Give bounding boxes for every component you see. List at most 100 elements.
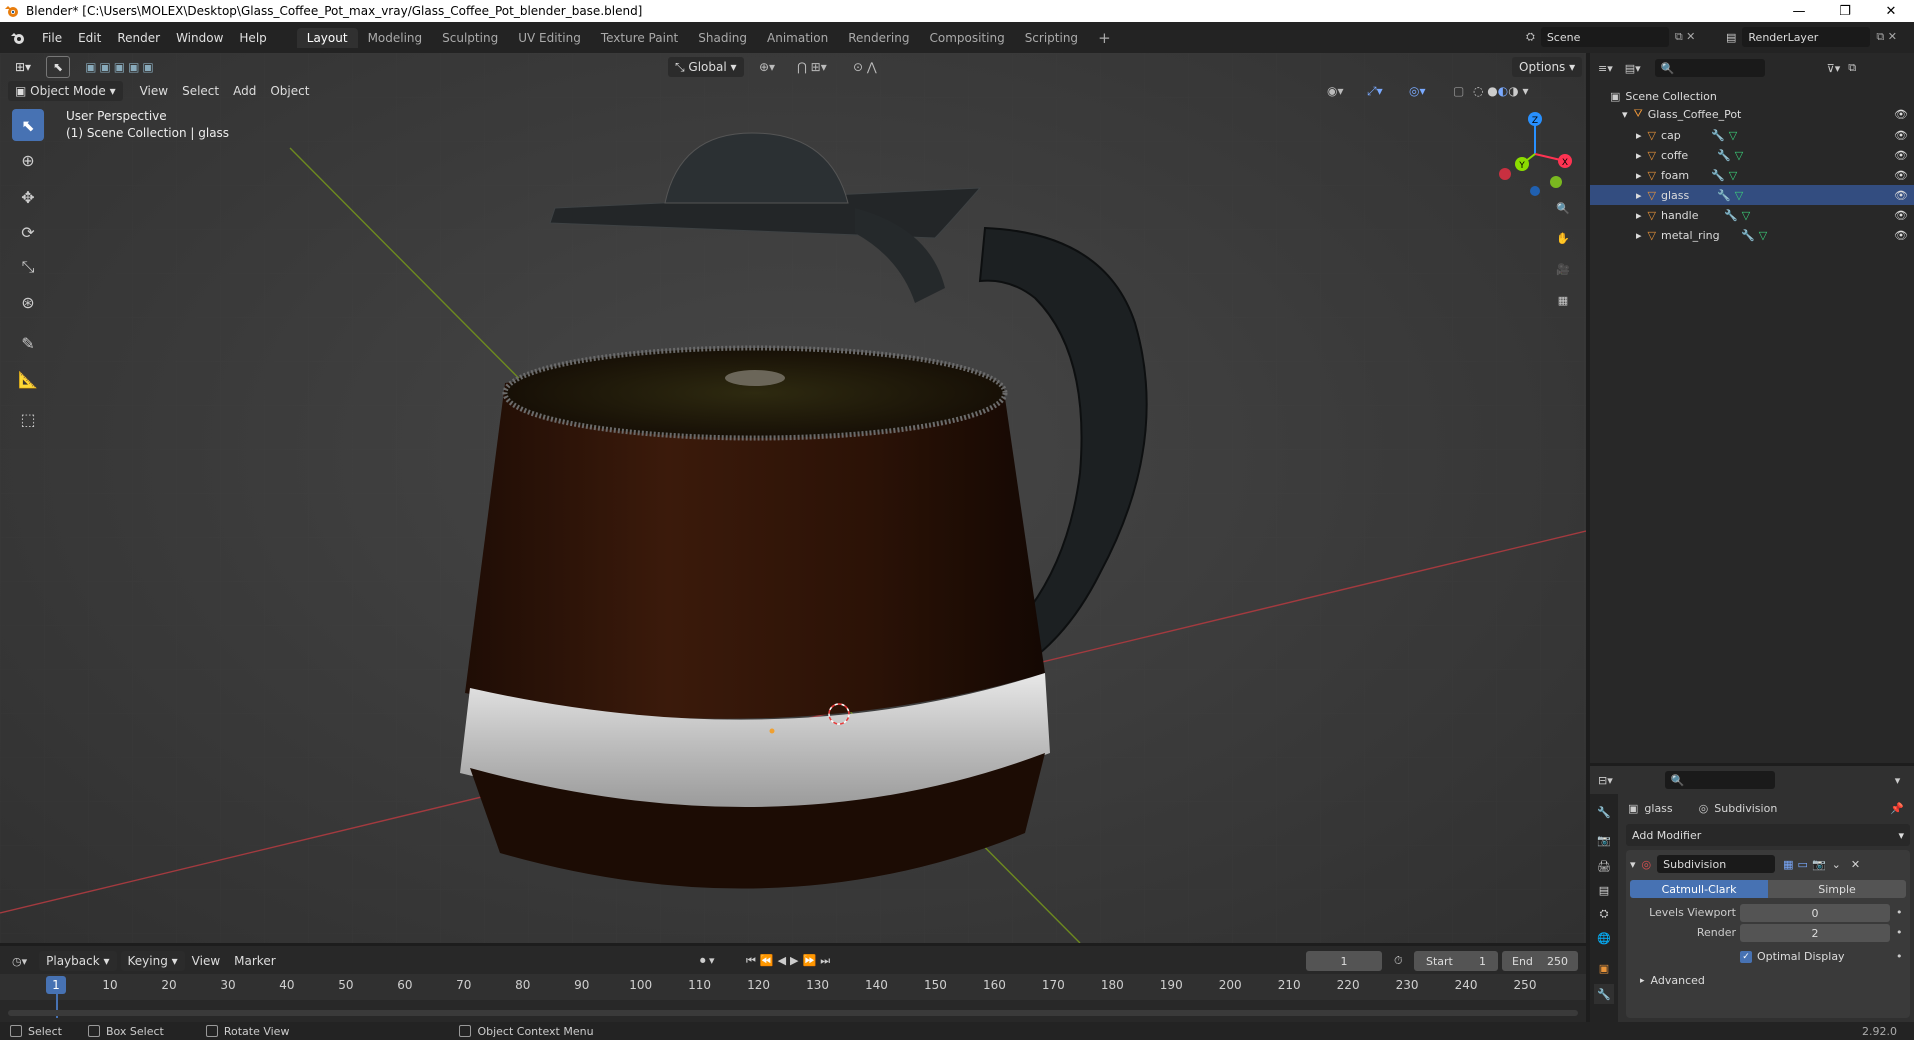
select-mode-icon[interactable]: ⬉ — [46, 56, 71, 78]
preview-range-icon[interactable]: ⏱ — [1394, 954, 1403, 968]
outliner-item-coffe[interactable]: ▸ ▽ coffe 🔧 ▽ 👁 — [1590, 145, 1914, 165]
keyframe-dot-icon[interactable]: • — [1896, 906, 1903, 919]
outliner[interactable]: ≡▾ ▤▾ 🔍 ⊽▾ ⧉ ▣ Scene Collection ▾ ⛛ Glass_… — [1590, 53, 1914, 763]
expand-arrow-icon[interactable]: ▸ — [1636, 149, 1642, 162]
modifier-tab-icon[interactable]: 🔧 — [1594, 984, 1614, 1004]
pan-icon[interactable]: ✋ — [1550, 225, 1576, 251]
display-mode-icon[interactable]: ▤▾ — [1625, 62, 1641, 75]
tab-uv-editing[interactable]: UV Editing — [508, 28, 591, 48]
visibility-icon[interactable]: ◉▾ — [1320, 81, 1351, 101]
keyframe-dot-icon[interactable]: • — [1896, 926, 1903, 939]
visibility-eye-icon[interactable]: 👁 — [1894, 108, 1908, 121]
perspective-toggle-icon[interactable]: ▦ — [1550, 287, 1576, 313]
keyframe-dot-icon[interactable]: • — [1896, 950, 1903, 963]
start-frame-field[interactable]: Start 1 — [1414, 951, 1498, 971]
viewport-display-toggle-icon[interactable]: ▭ — [1798, 858, 1808, 871]
menu-view[interactable]: View — [133, 81, 175, 101]
menu-render[interactable]: Render — [109, 31, 168, 45]
playback-controls-icon[interactable]: ⏮⏪◀▶⏩⏭ — [746, 954, 834, 968]
render-levels-field[interactable]: 2 — [1740, 924, 1890, 942]
transform-tool[interactable]: ⊛ — [12, 286, 44, 318]
overlays-toggle-icon[interactable]: ◎▾ — [1402, 81, 1433, 101]
visibility-eye-icon[interactable]: 👁 — [1894, 149, 1908, 162]
tab-animation[interactable]: Animation — [757, 28, 838, 48]
timeline-editor-icon[interactable]: ◷▾ — [12, 955, 27, 968]
scale-tool[interactable]: ⤡ — [12, 251, 44, 283]
tool-tab-icon[interactable]: 🔧 — [1594, 802, 1614, 822]
outliner-collection[interactable]: ▾ ⛛ Glass_Coffee_Pot 👁 — [1590, 104, 1914, 124]
optimal-display-checkbox[interactable]: ✓ Optimal Display — [1740, 950, 1845, 963]
outliner-item-cap[interactable]: ▸ ▽ cap 🔧 ▽ 👁 — [1590, 125, 1914, 145]
snap-icon[interactable]: ⋂ ⊞▾ — [790, 57, 834, 77]
collapse-arrow-icon[interactable]: ▾ — [1630, 858, 1636, 871]
output-tab-icon[interactable]: 🖨 — [1594, 856, 1614, 876]
object-mode-dropdown[interactable]: ▣ Object Mode ▾ — [8, 81, 123, 101]
new-collection-icon[interactable]: ⧉ — [1848, 61, 1856, 75]
expand-arrow-icon[interactable]: ▸ — [1636, 209, 1642, 222]
visibility-eye-icon[interactable]: 👁 — [1894, 129, 1908, 142]
visibility-eye-icon[interactable]: 👁 — [1894, 189, 1908, 202]
timeline-scrollbar[interactable] — [8, 1010, 1578, 1016]
modifier-menu-icon[interactable]: ⌄ — [1832, 858, 1841, 871]
playback-menu[interactable]: Playback ▾ — [39, 951, 117, 971]
visibility-eye-icon[interactable]: 👁 — [1894, 169, 1908, 182]
scene-tab-icon[interactable]: ⛭ — [1594, 904, 1614, 924]
expand-arrow-icon[interactable]: ▸ — [1636, 189, 1642, 202]
options-dropdown[interactable]: Options ▾ — [1512, 57, 1583, 77]
expand-arrow-icon[interactable]: ▾ — [1622, 108, 1628, 121]
current-frame-field[interactable]: 1 — [1306, 951, 1382, 971]
blender-menu-icon[interactable] — [10, 30, 26, 46]
menu-select[interactable]: Select — [175, 81, 226, 101]
pin-icon[interactable]: 📌 — [1890, 802, 1904, 815]
menu-window[interactable]: Window — [168, 31, 231, 45]
visibility-eye-icon[interactable]: 👁 — [1894, 209, 1908, 222]
catmull-clark-button[interactable]: Catmull-Clark — [1630, 880, 1768, 898]
tab-compositing[interactable]: Compositing — [919, 28, 1014, 48]
filter-icon[interactable]: ⊽▾ — [1827, 62, 1841, 75]
select-box-tool[interactable]: ⬉ — [12, 109, 44, 141]
camera-view-icon[interactable]: 🎥 — [1550, 256, 1576, 282]
rotate-tool[interactable]: ⟳ — [12, 216, 44, 248]
checkbox-checked-icon[interactable]: ✓ — [1740, 950, 1752, 963]
scene-browse-icon[interactable]: ⧉ ✕ — [1675, 30, 1696, 44]
outliner-scene-collection[interactable]: ▣ Scene Collection — [1590, 86, 1914, 106]
expand-arrow-icon[interactable]: ▸ — [1640, 976, 1645, 986]
menu-add[interactable]: Add — [226, 81, 263, 101]
annotate-tool[interactable]: ✎ — [12, 327, 44, 359]
outliner-item-handle[interactable]: ▸ ▽ handle 🔧 ▽ 👁 — [1590, 205, 1914, 225]
cursor-tool[interactable]: ⊕ — [12, 144, 44, 176]
render-toggle-icon[interactable]: 📷 — [1812, 858, 1826, 871]
end-frame-field[interactable]: End 250 — [1502, 951, 1578, 971]
advanced-subpanel[interactable]: ▸ Advanced — [1640, 974, 1705, 987]
expand-arrow-icon[interactable]: ▸ — [1636, 129, 1642, 142]
edit-mode-toggle-icon[interactable]: ▦ — [1783, 858, 1793, 871]
timeline-view-menu[interactable]: View — [185, 951, 227, 971]
scene-selector[interactable]: Scene — [1540, 27, 1669, 47]
playhead-frame-indicator[interactable]: 1 — [46, 976, 66, 994]
view-layer-browse-icon[interactable]: ⧉ ✕ — [1876, 30, 1897, 44]
navigation-gizmo[interactable]: Z X Y — [1490, 109, 1580, 199]
add-workspace-button[interactable]: + — [1088, 26, 1121, 50]
outliner-editor-icon[interactable]: ≡▾ — [1598, 62, 1613, 75]
transform-orientation-dropdown[interactable]: ⤡ Global ▾ — [668, 57, 744, 77]
menu-edit[interactable]: Edit — [70, 31, 109, 45]
gizmo-toggle-icon[interactable]: ⤢▾ — [1360, 81, 1390, 101]
menu-help[interactable]: Help — [231, 31, 274, 45]
tab-scripting[interactable]: Scripting — [1015, 28, 1088, 48]
tab-shading[interactable]: Shading — [688, 28, 757, 48]
pivot-point-icon[interactable]: ⊕▾ — [752, 57, 782, 77]
outliner-search-input[interactable]: 🔍 — [1654, 59, 1765, 77]
move-tool[interactable]: ✥ — [12, 181, 44, 213]
close-button[interactable]: ✕ — [1868, 0, 1914, 22]
outliner-item-foam[interactable]: ▸ ▽ foam 🔧 ▽ 👁 — [1590, 165, 1914, 185]
add-modifier-dropdown[interactable]: Add Modifier ▾ — [1626, 824, 1910, 846]
tab-rendering[interactable]: Rendering — [838, 28, 919, 48]
properties-search-input[interactable]: 🔍 — [1664, 771, 1775, 789]
outliner-item-metal-ring[interactable]: ▸ ▽ metal_ring 🔧 ▽ 👁 — [1590, 225, 1914, 245]
visibility-eye-icon[interactable]: 👁 — [1894, 229, 1908, 242]
tab-sculpting[interactable]: Sculpting — [432, 28, 508, 48]
minimize-button[interactable]: — — [1776, 0, 1822, 22]
properties-editor[interactable]: ⊟▾ 🔍 ▾ 🔧 📷 🖨 ▤ ⛭ 🌐 ▣ 🔧 ▣ glass ◎ Subdivi… — [1590, 766, 1914, 1022]
remove-modifier-icon[interactable]: ✕ — [1851, 858, 1860, 871]
expand-arrow-icon[interactable]: ▸ — [1636, 229, 1642, 242]
